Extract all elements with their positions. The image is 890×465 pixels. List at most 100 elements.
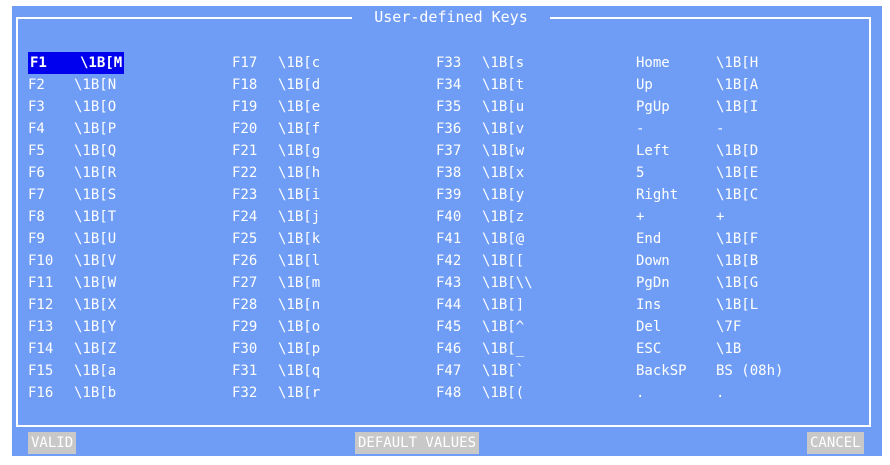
key-value-field[interactable]: \1B[l <box>278 250 320 272</box>
key-value-field[interactable]: \1B[L <box>716 294 758 316</box>
key-row[interactable]: F31 \1B[q <box>232 360 320 382</box>
key-row[interactable]: PgUp \1B[I <box>636 96 783 118</box>
key-row[interactable]: F14 \1B[Z <box>28 338 124 360</box>
key-row[interactable]: F4 \1B[P <box>28 118 124 140</box>
key-row[interactable]: F30 \1B[p <box>232 338 320 360</box>
key-value-field[interactable]: \1B[] <box>482 294 524 316</box>
key-row[interactable]: F15 \1B[a <box>28 360 124 382</box>
key-value-field[interactable]: \1B[f <box>278 118 320 140</box>
key-value-field[interactable]: \1B[t <box>482 74 524 96</box>
key-row[interactable]: F10 \1B[V <box>28 250 124 272</box>
key-row[interactable]: F3 \1B[O <box>28 96 124 118</box>
key-value-field[interactable]: \1B[c <box>278 52 320 74</box>
key-row[interactable]: Del \7F <box>636 316 783 338</box>
key-row[interactable]: F11 \1B[W <box>28 272 124 294</box>
key-value-field[interactable]: \1B[_ <box>482 338 524 360</box>
key-value-field[interactable]: \1B[C <box>716 184 758 206</box>
key-row[interactable]: .. <box>636 382 783 404</box>
key-row[interactable]: F48 \1B[( <box>436 382 533 404</box>
key-value-field[interactable]: \1B[w <box>482 140 524 162</box>
key-row[interactable]: F26 \1B[l <box>232 250 320 272</box>
key-value-field[interactable]: \1B[i <box>278 184 320 206</box>
default-values-button[interactable]: DEFAULT VALUES <box>355 432 480 454</box>
key-value-field[interactable]: \1B[s <box>482 52 524 74</box>
key-row[interactable]: F19 \1B[e <box>232 96 320 118</box>
key-row[interactable]: F20 \1B[f <box>232 118 320 140</box>
key-value-field[interactable]: \1B[n <box>278 294 320 316</box>
key-value-field[interactable]: \1B[W <box>74 272 116 294</box>
key-value-field[interactable]: \1B[R <box>74 162 116 184</box>
key-row[interactable]: F45 \1B[^ <box>436 316 533 338</box>
key-value-field[interactable]: \1B[P <box>74 118 116 140</box>
key-value-field[interactable]: \1B[p <box>278 338 320 360</box>
key-row[interactable]: F42 \1B[[ <box>436 250 533 272</box>
key-value-field[interactable]: \1B[^ <box>482 316 524 338</box>
key-value-field[interactable]: \1B[` <box>482 360 524 382</box>
key-row[interactable]: F17 \1B[c <box>232 52 320 74</box>
key-value-field[interactable]: \1B[e <box>278 96 320 118</box>
key-value-field[interactable]: \1B[x <box>482 162 524 184</box>
key-value-field[interactable]: \1B[B <box>716 250 758 272</box>
key-value-field[interactable]: \1B[y <box>482 184 524 206</box>
key-row[interactable]: F9 \1B[U <box>28 228 124 250</box>
key-value-field[interactable]: \1B[A <box>716 74 758 96</box>
key-value-field[interactable]: \1B[Q <box>74 140 116 162</box>
key-value-field[interactable]: \1B[o <box>278 316 320 338</box>
key-row[interactable]: F46 \1B[_ <box>436 338 533 360</box>
key-row[interactable]: F24 \1B[j <box>232 206 320 228</box>
key-row[interactable]: F27 \1B[m <box>232 272 320 294</box>
valid-button[interactable]: VALID <box>28 432 77 454</box>
cancel-button[interactable]: CANCEL <box>807 432 864 454</box>
key-value-field[interactable]: \1B[H <box>716 52 758 74</box>
key-value-field[interactable]: \7F <box>716 316 741 338</box>
key-value-field[interactable]: \1B[u <box>482 96 524 118</box>
key-row[interactable]: F40 \1B[z <box>436 206 533 228</box>
key-row[interactable]: ESC \1B <box>636 338 783 360</box>
key-value-field[interactable]: \1B[@ <box>482 228 524 250</box>
key-row[interactable]: F12 \1B[X <box>28 294 124 316</box>
key-row[interactable]: Down \1B[B <box>636 250 783 272</box>
key-row[interactable]: F35 \1B[u <box>436 96 533 118</box>
key-value-field[interactable]: \1B[v <box>482 118 524 140</box>
key-value-field[interactable]: \1B[a <box>74 360 116 382</box>
key-value-field[interactable]: \1B[M <box>78 52 125 74</box>
key-row[interactable]: F47 \1B[` <box>436 360 533 382</box>
key-row[interactable]: F7 \1B[S <box>28 184 124 206</box>
key-row[interactable]: Home \1B[H <box>636 52 783 74</box>
key-row[interactable]: F23 \1B[i <box>232 184 320 206</box>
key-value-field[interactable]: \1B[S <box>74 184 116 206</box>
key-value-field[interactable]: \1B[h <box>278 162 320 184</box>
key-row[interactable]: F43 \1B[\\ <box>436 272 533 294</box>
key-value-field[interactable]: . <box>716 382 724 404</box>
key-row[interactable]: F5 \1B[Q <box>28 140 124 162</box>
key-value-field[interactable]: \1B[k <box>278 228 320 250</box>
key-value-field[interactable]: \1B[r <box>278 382 320 404</box>
key-value-field[interactable]: BS (08h) <box>716 360 783 382</box>
key-row[interactable]: F6 \1B[R <box>28 162 124 184</box>
key-row[interactable]: F25 \1B[k <box>232 228 320 250</box>
key-value-field[interactable]: \1B[b <box>74 382 116 404</box>
key-value-field[interactable]: + <box>716 206 724 228</box>
key-row[interactable]: F29 \1B[o <box>232 316 320 338</box>
key-value-field[interactable]: \1B[I <box>716 96 758 118</box>
key-value-field[interactable]: \1B[E <box>716 162 758 184</box>
key-row[interactable]: F16 \1B[b <box>28 382 124 404</box>
key-row[interactable]: F34 \1B[t <box>436 74 533 96</box>
key-row[interactable]: BackSP BS (08h) <box>636 360 783 382</box>
key-value-field[interactable]: \1B[F <box>716 228 758 250</box>
key-row[interactable]: F36 \1B[v <box>436 118 533 140</box>
key-row[interactable]: 5 \1B[E <box>636 162 783 184</box>
key-row[interactable]: Up \1B[A <box>636 74 783 96</box>
key-row[interactable]: Right \1B[C <box>636 184 783 206</box>
key-row[interactable]: F1 \1B[M <box>28 52 125 74</box>
key-row[interactable]: Ins \1B[L <box>636 294 783 316</box>
key-value-field[interactable]: \1B[( <box>482 382 524 404</box>
key-row[interactable]: F33 \1B[s <box>436 52 533 74</box>
key-row[interactable]: F39 \1B[y <box>436 184 533 206</box>
key-value-field[interactable]: \1B[[ <box>482 250 524 272</box>
key-value-field[interactable]: \1B[Y <box>74 316 116 338</box>
key-value-field[interactable]: \1B[V <box>74 250 116 272</box>
key-row[interactable]: End \1B[F <box>636 228 783 250</box>
key-row[interactable]: F2 \1B[N <box>28 74 124 96</box>
key-row[interactable]: + + <box>636 206 783 228</box>
